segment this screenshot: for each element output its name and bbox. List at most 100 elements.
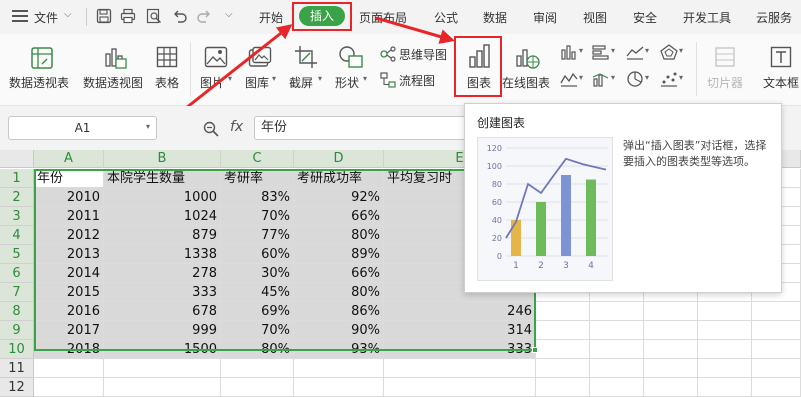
tab-review[interactable]: 审阅 [533, 9, 557, 26]
row-header-9[interactable]: 9 [0, 321, 34, 340]
cell[interactable]: 879 [104, 226, 221, 245]
tab-security[interactable]: 安全 [633, 9, 657, 26]
chevron-down-icon[interactable]: ▾ [363, 74, 367, 83]
cell[interactable]: 80% [294, 283, 384, 302]
cell[interactable] [536, 321, 590, 340]
flowchart-icon[interactable] [380, 72, 396, 88]
cell[interactable] [536, 378, 590, 397]
picture-button[interactable]: 图片 [200, 74, 224, 91]
chevron-down-icon[interactable]: ▾ [272, 74, 276, 83]
area-chart-icon[interactable] [626, 44, 644, 60]
row-header-12[interactable]: 12 [0, 378, 34, 397]
chevron-down-icon[interactable]: ▾ [611, 46, 615, 55]
cell[interactable]: 60% [221, 245, 294, 264]
tab-formulas[interactable]: 公式 [434, 9, 458, 26]
cell[interactable] [644, 321, 698, 340]
cell[interactable] [698, 340, 752, 359]
cell[interactable] [294, 359, 384, 378]
cell[interactable] [752, 340, 801, 359]
gallery-icon[interactable] [248, 46, 272, 68]
cell[interactable] [698, 302, 752, 321]
cell[interactable]: 93% [294, 340, 384, 359]
cell[interactable]: 69% [221, 302, 294, 321]
cell[interactable]: 年份 [34, 169, 104, 188]
cell[interactable]: 本院学生数量 [104, 169, 221, 188]
cell[interactable]: 2014 [34, 264, 104, 283]
chevron-down-icon[interactable]: ▾ [611, 73, 615, 82]
tab-view[interactable]: 视图 [583, 9, 607, 26]
cell[interactable] [644, 340, 698, 359]
cell[interactable]: 2018 [34, 340, 104, 359]
cell[interactable]: 1500 [104, 340, 221, 359]
file-menu[interactable]: 文件 [34, 9, 58, 26]
formula-input[interactable]: 年份 [254, 116, 474, 140]
cell[interactable]: 314 [384, 321, 536, 340]
cell[interactable]: 45% [221, 283, 294, 302]
pivot-chart-icon[interactable] [102, 44, 128, 70]
chevron-down-icon[interactable]: ⌵ [64, 9, 72, 20]
textbox-icon[interactable] [770, 46, 792, 68]
tab-data[interactable]: 数据 [483, 9, 507, 26]
cell[interactable]: 70% [221, 207, 294, 226]
tab-page-layout[interactable]: 页面布局 [359, 9, 407, 26]
row-header-10[interactable]: 10 [0, 340, 34, 359]
cell[interactable] [384, 378, 536, 397]
cell[interactable]: 70% [221, 321, 294, 340]
table-button[interactable]: 表格 [155, 74, 179, 91]
shapes-button[interactable]: 形状 [335, 74, 359, 91]
cell[interactable] [752, 359, 801, 378]
cell[interactable]: 999 [104, 321, 221, 340]
chevron-down-icon[interactable]: ▾ [645, 73, 649, 82]
chevron-down-icon[interactable]: ▾ [645, 46, 649, 55]
row-header-1[interactable]: 1 [0, 169, 34, 188]
cell[interactable] [590, 378, 644, 397]
column-header-b[interactable]: B [104, 150, 221, 168]
online-chart-button[interactable]: 在线图表 [502, 74, 550, 91]
cell[interactable] [384, 359, 536, 378]
row-header-4[interactable]: 4 [0, 226, 34, 245]
print-preview-icon[interactable] [146, 8, 162, 24]
screenshot-button[interactable]: 截屏 [289, 74, 313, 91]
radar-chart-icon[interactable] [660, 44, 678, 60]
cell[interactable] [698, 359, 752, 378]
mindmap-button[interactable]: 思维导图 [399, 46, 447, 63]
cell[interactable] [104, 359, 221, 378]
scatter-chart-icon[interactable] [660, 71, 678, 87]
name-box[interactable]: A1 [8, 116, 157, 140]
cell[interactable] [221, 378, 294, 397]
cell[interactable] [104, 378, 221, 397]
select-all-corner[interactable] [0, 150, 34, 168]
cell[interactable]: 2010 [34, 188, 104, 207]
chevron-down-icon[interactable]: ▾ [318, 74, 322, 83]
menu-icon[interactable] [12, 10, 28, 22]
cell[interactable]: 考研成功率 [294, 169, 384, 188]
cell[interactable] [590, 359, 644, 378]
row-header-6[interactable]: 6 [0, 264, 34, 283]
cell[interactable] [590, 340, 644, 359]
zoom-icon[interactable] [203, 121, 219, 137]
cell[interactable]: 2017 [34, 321, 104, 340]
cell[interactable]: 30% [221, 264, 294, 283]
cell[interactable] [221, 359, 294, 378]
chevron-down-icon[interactable]: ▾ [579, 73, 583, 82]
chevron-down-icon[interactable]: ▾ [679, 46, 683, 55]
cell[interactable]: 2016 [34, 302, 104, 321]
cell[interactable] [644, 359, 698, 378]
redo-icon[interactable] [196, 8, 212, 24]
cell[interactable]: 90% [294, 321, 384, 340]
cell[interactable] [752, 302, 801, 321]
cell[interactable] [590, 302, 644, 321]
cell[interactable]: 1338 [104, 245, 221, 264]
stock-chart-icon[interactable] [560, 71, 578, 87]
picture-icon[interactable] [204, 46, 228, 68]
cell[interactable]: 1000 [104, 188, 221, 207]
cell[interactable]: 66% [294, 264, 384, 283]
tab-home[interactable]: 开始 [259, 9, 283, 26]
tab-developer[interactable]: 开发工具 [683, 9, 731, 26]
row-header-5[interactable]: 5 [0, 245, 34, 264]
online-chart-icon[interactable] [514, 44, 540, 70]
pie-chart-icon[interactable] [626, 71, 644, 87]
cell[interactable]: 2011 [34, 207, 104, 226]
cell[interactable]: 80% [294, 226, 384, 245]
cell[interactable] [536, 359, 590, 378]
